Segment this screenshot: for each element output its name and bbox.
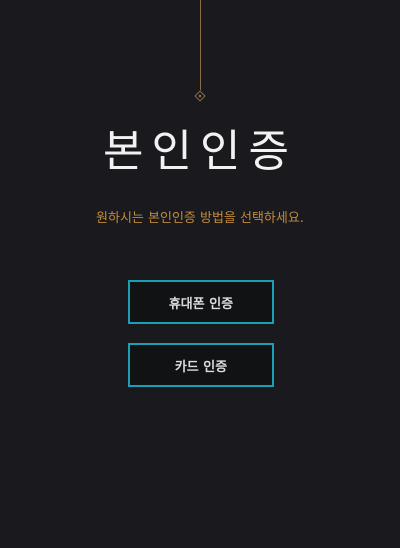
- phone-auth-button[interactable]: 휴대폰 인증: [128, 280, 274, 324]
- page-title: 본인인증: [103, 126, 297, 177]
- diamond-ornament-core: [198, 94, 202, 98]
- page-subtitle: 원하시는 본인인증 방법을 선택하세요.: [96, 211, 304, 226]
- diamond-ornament-icon: [194, 90, 206, 102]
- auth-page: 본인인증 원하시는 본인인증 방법을 선택하세요. 휴대폰 인증 카드 인증: [0, 0, 400, 548]
- card-auth-label: 카드 인증: [174, 359, 228, 375]
- phone-auth-label: 휴대폰 인증: [168, 296, 234, 312]
- card-auth-button[interactable]: 카드 인증: [128, 343, 274, 387]
- decorative-line: [200, 0, 201, 90]
